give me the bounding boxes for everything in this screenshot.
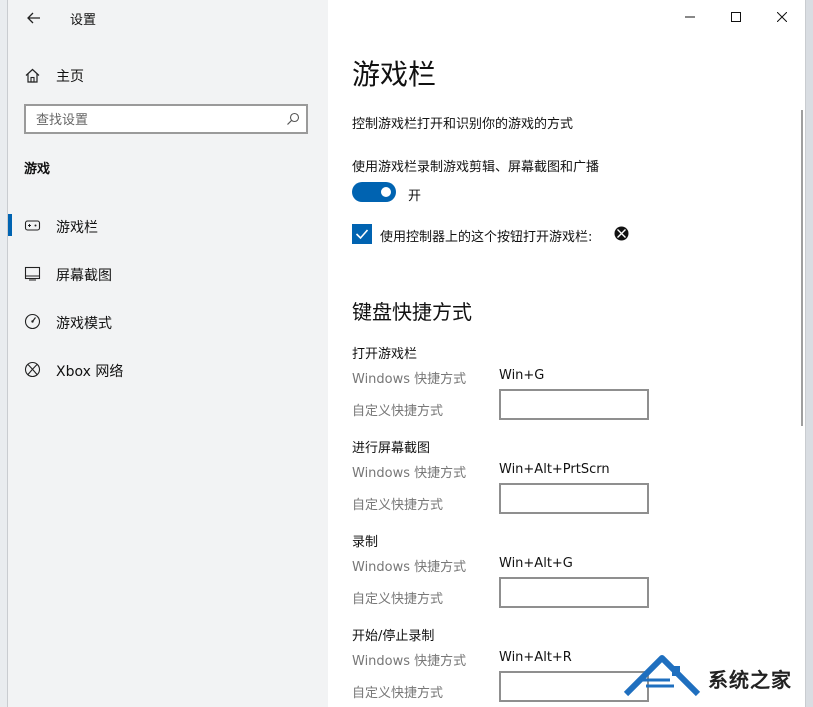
watermark: 系统之家	[620, 650, 810, 702]
sidebar-item-xbox-network[interactable]: Xbox 网络	[8, 350, 328, 390]
close-button[interactable]	[759, 2, 805, 32]
custom-shortcut-label: 自定义快捷方式	[352, 404, 444, 419]
sidebar-item-capture[interactable]: 屏幕截图	[8, 254, 328, 294]
checkbox-label: 使用控制器上的这个按钮打开游戏栏:	[380, 230, 593, 245]
custom-shortcut-label: 自定义快捷方式	[352, 592, 444, 607]
windows-shortcut-value: Win+Alt+G	[499, 556, 573, 571]
sidebar: 设置 主页 游戏 游戏栏	[8, 0, 328, 707]
search-icon[interactable]	[286, 112, 300, 126]
toggle-knob	[381, 187, 391, 197]
xbox-button-icon	[614, 226, 629, 241]
watermark-logo-icon	[623, 655, 701, 697]
sidebar-item-label: 屏幕截图	[56, 268, 112, 284]
maximize-button[interactable]	[713, 2, 759, 32]
sidebar-item-label: 游戏栏	[56, 220, 98, 236]
content-pane: 游戏栏 控制游戏栏打开和识别你的游戏的方式 使用游戏栏录制游戏剪辑、屏幕截图和广…	[328, 0, 805, 707]
custom-shortcut-label: 自定义快捷方式	[352, 498, 444, 513]
section-title: 游戏	[24, 162, 51, 177]
maximize-icon	[731, 12, 741, 22]
nav-home[interactable]: 主页	[8, 60, 328, 90]
custom-shortcut-input[interactable]	[499, 577, 649, 608]
search-input[interactable]	[34, 110, 278, 130]
capture-icon	[24, 266, 41, 281]
watermark-text: 系统之家	[708, 668, 792, 692]
home-icon	[25, 68, 40, 83]
toggle-label: 使用游戏栏录制游戏剪辑、屏幕截图和广播	[352, 160, 600, 175]
minimize-button[interactable]	[667, 2, 713, 32]
keyboard-shortcuts-title: 键盘快捷方式	[352, 300, 472, 324]
windows-shortcut-value: Win+Alt+PrtScrn	[499, 462, 610, 477]
controller-button-checkbox[interactable]	[352, 224, 372, 244]
windows-shortcut-label: Windows 快捷方式	[352, 560, 467, 575]
shortcut-group-title: 进行屏幕截图	[352, 441, 431, 456]
windows-shortcut-label: Windows 快捷方式	[352, 372, 467, 387]
windows-shortcut-value: Win+G	[499, 368, 545, 383]
xbox-icon	[24, 361, 41, 378]
page-description: 控制游戏栏打开和识别你的游戏的方式	[352, 117, 574, 132]
shortcut-group-title: 开始/停止录制	[352, 629, 435, 644]
custom-shortcut-input[interactable]	[499, 389, 649, 420]
toggle-state: 开	[408, 189, 422, 204]
shortcut-group-title: 录制	[352, 535, 379, 550]
sidebar-item-label: 游戏模式	[56, 316, 112, 332]
checkmark-icon	[355, 229, 369, 240]
selection-indicator	[8, 214, 12, 236]
custom-shortcut-input[interactable]	[499, 483, 649, 514]
windows-shortcut-label: Windows 快捷方式	[352, 466, 467, 481]
settings-window: 设置 主页 游戏 游戏栏	[8, 0, 805, 707]
game-bar-toggle[interactable]	[352, 182, 396, 202]
sidebar-item-label: Xbox 网络	[56, 364, 124, 380]
back-arrow-icon	[27, 12, 40, 24]
windows-shortcut-value: Win+Alt+R	[499, 650, 572, 665]
scrollbar[interactable]	[801, 110, 803, 426]
page-title: 游戏栏	[352, 58, 437, 91]
sidebar-item-game-bar[interactable]: 游戏栏	[8, 206, 328, 246]
nav-home-label: 主页	[56, 69, 84, 85]
sidebar-item-game-mode[interactable]: 游戏模式	[8, 302, 328, 342]
search-box[interactable]	[24, 104, 308, 134]
close-icon	[777, 12, 787, 22]
minimize-icon	[685, 16, 695, 18]
custom-shortcut-label: 自定义快捷方式	[352, 686, 444, 701]
game-mode-icon	[24, 313, 41, 330]
shortcut-group-title: 打开游戏栏	[352, 347, 418, 362]
back-button[interactable]	[22, 6, 46, 30]
windows-shortcut-label: Windows 快捷方式	[352, 654, 467, 669]
app-title: 设置	[70, 13, 97, 28]
game-bar-icon	[24, 220, 41, 231]
